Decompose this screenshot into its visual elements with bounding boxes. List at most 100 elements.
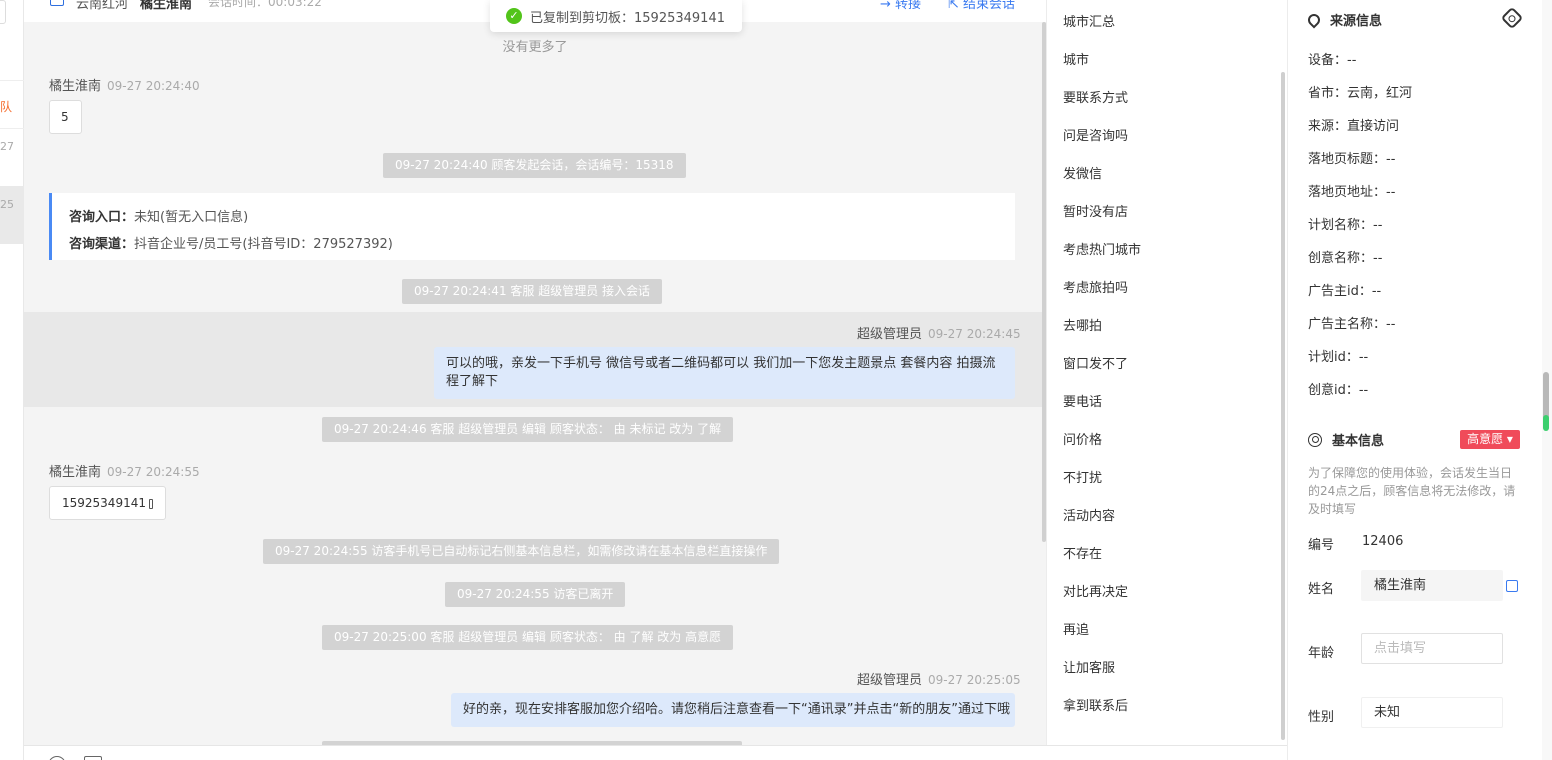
system-notice: 09-27 20:24:40 顾客发起会话，会话编号：15318 [383, 153, 686, 178]
quick-reply-list: 城市汇总城市要联系方式问是咨询吗发微信暂时没有店考虑热门城市 考虑旅拍吗去哪拍窗口… [1046, 0, 1287, 745]
source-info-row: 创意id：-- [1308, 383, 1369, 398]
transfer-label: 转接 [895, 0, 922, 12]
end-session-button[interactable]: ⇱ 结束会话 [948, 0, 1015, 12]
gender-label: 性别 [1308, 710, 1335, 725]
source-info-label: 来源信息 [1330, 14, 1383, 29]
chat-panel: 云南红河 橘生淮南 会话时间：00:03:22 → 转接 ⇱ 结束会话 没有更多… [24, 0, 1046, 745]
quick-reply-item[interactable]: 窗口发不了 [1063, 353, 1128, 372]
gender-field[interactable]: 未知 [1361, 697, 1503, 728]
message-bubble: 15925349141 [49, 486, 166, 520]
message-bubble: 5 [49, 100, 82, 134]
intent-tag-label: 高意愿 [1467, 432, 1504, 446]
edit-deadline-note: 为了保障您的使用体验，会话发生当日的24点之后，顾客信息将无法修改，请及时填写 [1308, 466, 1516, 516]
chat-input-toolbar [24, 745, 1287, 760]
quick-reply-item[interactable]: 发微信 [1063, 163, 1102, 182]
source-info-row: 创意名称：-- [1308, 251, 1383, 266]
sender-name: 超级管理员 [857, 327, 923, 342]
source-info-row: 广告主id：-- [1308, 284, 1382, 299]
copy-icon[interactable] [148, 499, 153, 509]
intent-tag-dropdown[interactable]: 高意愿 ▾ [1460, 430, 1520, 449]
entry-value: 未知(暂无入口信息) [134, 210, 249, 225]
end-session-label: 结束会话 [963, 0, 1016, 12]
source-info-row: 计划id：-- [1308, 350, 1369, 365]
source-info-row: 计划名称：-- [1308, 218, 1383, 233]
sender-name: 橘生淮南 [49, 465, 102, 480]
system-notice: 09-27 20:24:55 访客手机号已自动标记右侧基本信息栏，如需修改请在基… [263, 539, 780, 564]
source-info-title: 来源信息 [1305, 10, 1383, 29]
session-time-fragment: 27 [0, 140, 14, 153]
copy-icon[interactable] [1506, 580, 1518, 592]
quick-reply-item[interactable]: 不存在 [1063, 543, 1102, 562]
app-root: 队 27 25 云南红河 橘生淮南 会话时间：00:03:22 → 转接 ⇱ 结… [0, 0, 1552, 760]
channel-value: 抖音企业号/员工号(抖音号ID：279527392) [134, 237, 393, 252]
message-text: 15925349141 [62, 496, 146, 510]
message-time: 09-27 20:25:05 [928, 673, 1021, 687]
quick-reply-item[interactable]: 城市 [1063, 49, 1089, 68]
source-info-row: 设备：-- [1308, 53, 1357, 68]
session-list-edge: 队 27 25 [0, 0, 24, 760]
message-time: 09-27 20:24:55 [107, 465, 200, 479]
basic-info-label: 基本信息 [1332, 434, 1385, 449]
name-field[interactable]: 橘生淮南 [1361, 570, 1503, 601]
emoji-icon[interactable] [48, 756, 66, 760]
message-time: 09-27 20:24:40 [107, 79, 200, 93]
user-icon [1308, 432, 1322, 447]
sender-name: 超级管理员 [857, 673, 923, 688]
sender-name: 橘生淮南 [49, 79, 102, 94]
quick-reply-item[interactable]: 要联系方式 [1063, 87, 1128, 106]
quick-reply-item[interactable]: 城市汇总 [1063, 11, 1115, 30]
quick-reply-item[interactable]: 问价格 [1063, 429, 1102, 448]
quick-reply-item[interactable]: 不打扰 [1063, 467, 1102, 486]
message-time: 09-27 20:24:45 [928, 327, 1021, 341]
id-label: 编号 [1308, 538, 1335, 553]
monitor-icon [50, 0, 64, 6]
quick-reply-item[interactable]: 对比再决定 [1063, 581, 1128, 600]
active-session-item[interactable] [0, 186, 24, 244]
age-label: 年龄 [1308, 646, 1335, 661]
quick-reply-scrollbar[interactable] [1281, 72, 1285, 740]
name-label: 姓名 [1308, 582, 1335, 597]
quick-reply-item[interactable]: 考虑热门城市 [1063, 239, 1141, 258]
id-value: 12406 [1362, 534, 1404, 549]
basic-info-title: 基本信息 [1308, 430, 1384, 449]
channel-label: 咨询渠道： [69, 237, 135, 252]
system-notice: 09-27 20:24:41 客服 超级管理员 接入会话 [402, 279, 663, 304]
quick-reply-item[interactable]: 要电话 [1063, 391, 1102, 410]
source-info-row: 省市：云南，红河 [1308, 86, 1413, 101]
entry-label: 咨询入口： [69, 210, 135, 225]
queue-label[interactable]: 队 [0, 98, 12, 115]
message-sender: 超级管理员 09-27 20:25:05 [857, 669, 1021, 688]
source-info-row: 落地页标题：-- [1308, 152, 1396, 167]
quick-reply-item[interactable]: 暂时没有店 [1063, 201, 1128, 220]
source-info-row: 来源：直接访问 [1308, 119, 1400, 134]
consult-source-card: 咨询入口：未知(暂无入口信息) 咨询渠道：抖音企业号/员工号(抖音号ID：279… [49, 193, 1015, 260]
quick-reply-item[interactable]: 去哪拍 [1063, 315, 1102, 334]
message-text: 好的亲，现在安排客服加您介绍哈。请您稍后注意查看一下“通讯录”并点击“新的朋友”… [463, 702, 1010, 717]
system-notice: 09-27 20:24:55 访客已离开 [445, 582, 626, 607]
message-text: 可以的哦，亲发一下手机号 微信号或者二维码都可以 我们加一下您发主题景点 套餐内… [446, 356, 996, 389]
divider [0, 80, 24, 81]
quick-reply-item[interactable]: 拿到联系后 [1063, 695, 1128, 714]
location-pin-icon [1305, 11, 1323, 28]
message-sender: 橘生淮南 09-27 20:24:40 [49, 75, 200, 94]
toast-text: 已复制到剪切板：15925349141 [530, 10, 725, 26]
visitor-location: 云南红河 [76, 0, 129, 12]
copy-toast: ✓ 已复制到剪切板：15925349141 [490, 0, 742, 32]
no-more-history: 没有更多了 [502, 40, 568, 55]
quick-reply-item[interactable]: 活动内容 [1063, 505, 1115, 524]
quick-reply-item[interactable]: 考虑旅拍吗 [1063, 277, 1128, 296]
transfer-button[interactable]: → 转接 [880, 0, 921, 12]
system-notice: 09-27 20:24:46 客服 超级管理员 编辑 顾客状态： 由 未标记 改… [322, 417, 734, 442]
quick-reply-item[interactable]: 让加客服 [1063, 657, 1115, 676]
quick-reply-item[interactable]: 问是咨询吗 [1063, 125, 1128, 144]
scroll-indicator [1543, 415, 1549, 431]
visitor-name: 橘生淮南 [140, 0, 193, 12]
image-icon[interactable] [84, 756, 102, 760]
source-info-row: 落地页地址：-- [1308, 185, 1396, 200]
message-sender: 橘生淮南 09-27 20:24:55 [49, 461, 200, 480]
quick-reply-item[interactable]: 再追 [1063, 619, 1089, 638]
settings-icon[interactable] [1500, 6, 1524, 30]
visitor-info-panel: 来源信息 设备：-- 省市：云南，红河 来源：直接访问 落地页标题：-- 落地页地址：-… [1287, 0, 1542, 760]
session-select-box[interactable] [0, 0, 6, 24]
age-field[interactable]: 点击填写 [1361, 633, 1503, 664]
